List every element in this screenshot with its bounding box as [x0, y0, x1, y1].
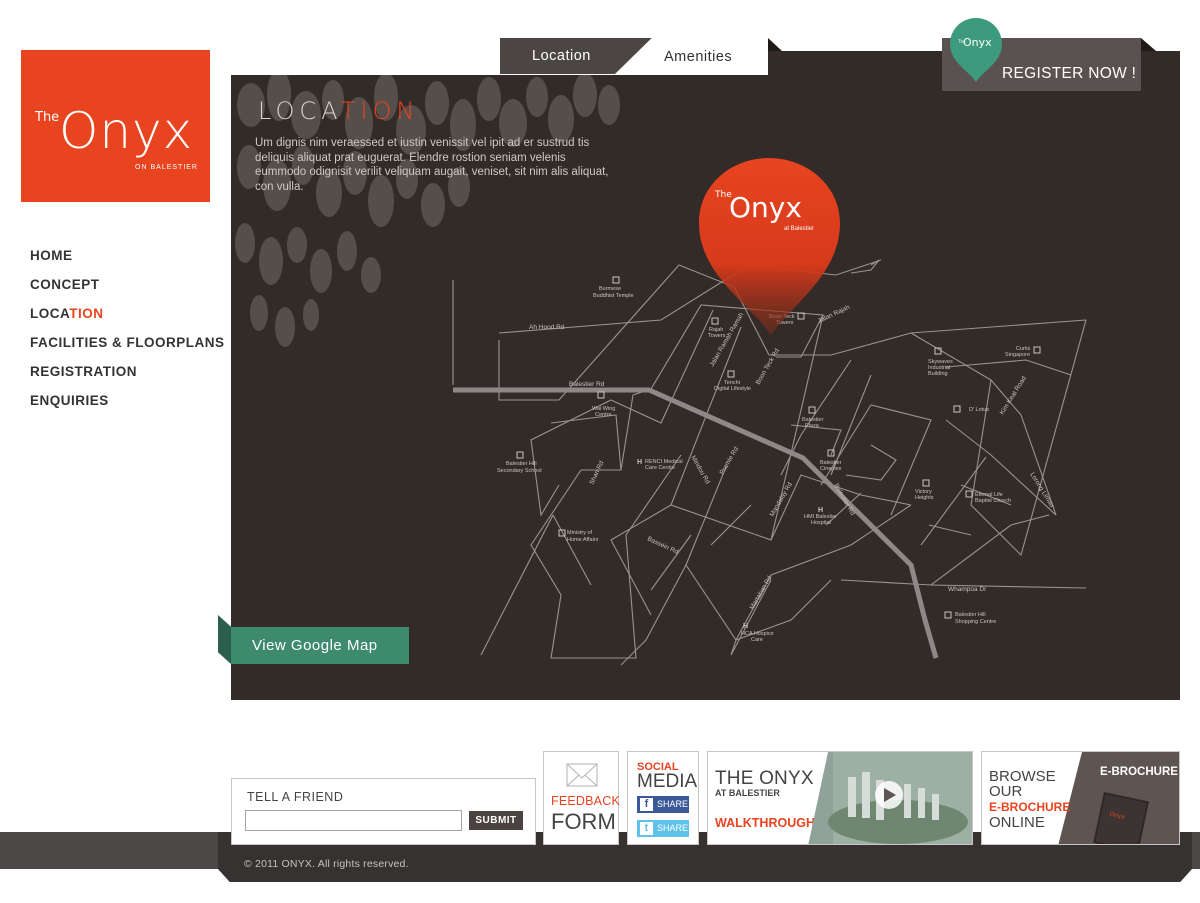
- nav-item-label: REGISTRATION: [30, 364, 137, 379]
- view-google-map-button[interactable]: View Google Map: [231, 627, 409, 664]
- svg-text:Care: Care: [751, 637, 763, 643]
- google-map-label: View Google Map: [252, 637, 378, 654]
- pin-name: Onyx: [729, 191, 802, 224]
- svg-text:Baptist Church: Baptist Church: [975, 498, 1011, 504]
- svg-text:Mindou Rd: Mindou Rd: [689, 455, 711, 486]
- page-title-a: LOCA: [258, 97, 341, 125]
- feedback-form-link[interactable]: FEEDBACK FORM: [543, 751, 620, 845]
- svg-text:H: H: [637, 459, 642, 466]
- social-line2: MEDIA: [637, 771, 698, 792]
- main-nav: HOME CONCEPT LOCATION FACILITIES & FLOOR…: [30, 248, 225, 422]
- svg-text:Lorong Limau: Lorong Limau: [1028, 471, 1055, 509]
- svg-text:Jalan Rajah: Jalan Rajah: [817, 304, 851, 325]
- pin-subtitle: at Balestier: [784, 226, 814, 232]
- nav-item-label: HOME: [30, 248, 73, 263]
- svg-text:Martaban Rd: Martaban Rd: [749, 575, 774, 611]
- twitter-share-label: SHARE: [657, 823, 689, 833]
- site-logo[interactable]: The Onyx ON BALESTIER: [21, 50, 210, 202]
- svg-text:Balestier Rd: Balestier Rd: [832, 483, 856, 517]
- brochure-tag: E-BROCHURE: [1100, 766, 1178, 778]
- logo-the: The: [35, 110, 60, 125]
- register-label: REGISTER NOW !: [1002, 65, 1137, 82]
- nav-item-label: LOCA: [30, 306, 70, 321]
- walkthrough-line2: AT BALESTIER: [715, 788, 780, 798]
- tell-a-friend-box: TELL A FRIEND SUBMIT: [231, 778, 536, 845]
- svg-text:Secondary School: Secondary School: [497, 468, 542, 474]
- svg-text:Building: Building: [928, 371, 948, 377]
- svg-text:Balestier Hill: Balestier Hill: [955, 612, 986, 618]
- page-title-b: TION: [340, 97, 420, 125]
- facebook-icon: f: [640, 798, 653, 811]
- onyx-map-pin: [699, 158, 840, 335]
- svg-text:Onyx: Onyx: [963, 36, 992, 49]
- twitter-share-button[interactable]: t SHARE: [637, 820, 689, 837]
- svg-text:Heights: Heights: [915, 495, 934, 501]
- feedback-line1: FEEDBACK: [551, 794, 620, 808]
- page-title: LOCATION: [258, 97, 419, 125]
- svg-text:Pramie Rd: Pramie Rd: [719, 446, 741, 476]
- svg-text:Cineplex: Cineplex: [820, 466, 842, 472]
- nav-item-label-highlight: TION: [69, 306, 104, 321]
- twitter-icon: t: [640, 822, 653, 835]
- walkthrough-link[interactable]: THE ONYX AT BALESTIER WALKTHROUGH: [707, 751, 973, 845]
- brochure-line3: E-BROCHURE: [989, 800, 1071, 814]
- facebook-share-label: SHARE: [657, 799, 689, 809]
- nav-item-concept[interactable]: CONCEPT: [30, 277, 225, 306]
- nav-item-label: FACILITIES & FLOORPLANS: [30, 335, 225, 350]
- submit-button[interactable]: SUBMIT: [469, 811, 523, 830]
- svg-text:H: H: [818, 507, 823, 514]
- svg-text:Buddhist Temple: Buddhist Temple: [593, 293, 634, 299]
- svg-text:Whampoa Dr: Whampoa Dr: [948, 586, 987, 593]
- svg-text:Digital Lifestyle: Digital Lifestyle: [714, 386, 751, 392]
- nav-item-home[interactable]: HOME: [30, 248, 225, 277]
- svg-text:Ah Hood Rd: Ah Hood Rd: [529, 324, 565, 331]
- walkthrough-line1: THE ONYX: [715, 768, 814, 789]
- svg-text:Bassein Rd: Bassein Rd: [646, 535, 679, 556]
- svg-text:Care Centre: Care Centre: [645, 465, 675, 471]
- google-map-fold: [218, 615, 231, 664]
- tell-a-friend-input[interactable]: [245, 810, 462, 831]
- svg-text:H: H: [743, 623, 748, 630]
- svg-text:Shan Rd: Shan Rd: [588, 460, 605, 486]
- svg-text:Ministry of: Ministry of: [567, 530, 593, 536]
- nav-item-facilities[interactable]: FACILITIES & FLOORPLANS: [30, 335, 225, 364]
- register-pin-icon: The Onyx: [950, 18, 1002, 82]
- envelope-icon: [566, 763, 598, 787]
- register-fold: [1141, 38, 1156, 51]
- brochure-line4: ONLINE: [989, 814, 1045, 831]
- development-rendering-image: [808, 752, 972, 844]
- svg-text:Hospital: Hospital: [811, 520, 831, 526]
- copyright: © 2011 ONYX. All rights reserved.: [244, 858, 409, 870]
- nav-item-enquiries[interactable]: ENQUIRIES: [30, 393, 225, 422]
- svg-text:Balestier Rd: Balestier Rd: [569, 381, 605, 388]
- svg-text:Kim Keat Road: Kim Keat Road: [999, 375, 1028, 416]
- location-description: Um dignis nim veraessed et iustin veniss…: [255, 137, 609, 193]
- facebook-share-button[interactable]: f SHARE: [637, 796, 689, 813]
- svg-text:Shopping Centre: Shopping Centre: [955, 619, 996, 625]
- tell-a-friend-label: TELL A FRIEND: [247, 790, 344, 804]
- nav-item-registration[interactable]: REGISTRATION: [30, 364, 225, 393]
- svg-text:Jalan Ramah Ramah: Jalan Ramah Ramah: [709, 311, 746, 368]
- panel-fold: [768, 38, 782, 51]
- svg-text:Burmese: Burmese: [599, 286, 621, 292]
- nav-item-label: CONCEPT: [30, 277, 100, 292]
- tab-amenities-label: Amenities: [664, 49, 733, 65]
- walkthrough-line3: WALKTHROUGH: [715, 816, 815, 830]
- logo-subtitle: ON BALESTIER: [135, 164, 198, 171]
- logo-name: Onyx: [59, 102, 194, 160]
- brochure-line2: OUR: [989, 783, 1023, 800]
- e-brochure-link[interactable]: Onyx BROWSE OUR E-BROCHURE ONLINE E-BROC…: [981, 751, 1180, 845]
- feedback-line2: FORM: [551, 809, 616, 834]
- svg-text:Balestier Hill: Balestier Hill: [506, 461, 537, 467]
- svg-text:Singapore: Singapore: [1005, 352, 1030, 358]
- svg-text:Centre: Centre: [595, 412, 612, 418]
- svg-text:Home Affairs: Home Affairs: [567, 537, 599, 543]
- nav-item-label: ENQUIRIES: [30, 393, 109, 408]
- nav-item-location[interactable]: LOCATION: [30, 306, 225, 335]
- tab-location-label: Location: [532, 48, 591, 64]
- svg-text:D' Lotus: D' Lotus: [969, 407, 989, 413]
- svg-text:Plaza: Plaza: [805, 423, 820, 429]
- social-media-box: SOCIAL MEDIA f SHARE t SHARE: [627, 751, 699, 845]
